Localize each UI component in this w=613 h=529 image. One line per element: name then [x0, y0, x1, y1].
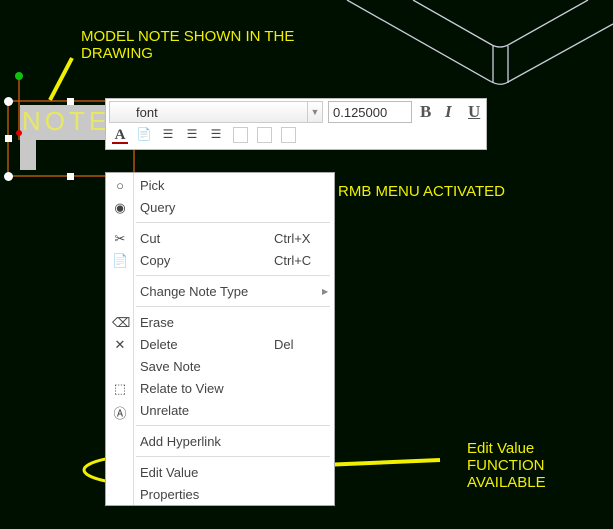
- chevron-down-icon[interactable]: ▼: [307, 102, 322, 122]
- relate-view-icon: ⬚: [113, 381, 127, 396]
- menu-item-change-note-type[interactable]: Change Note Type ▶: [106, 281, 334, 303]
- bold-button[interactable]: B: [420, 102, 431, 122]
- menu-item-shortcut: Ctrl+C: [274, 253, 312, 268]
- eraser-icon: ⌫: [112, 315, 131, 330]
- menu-item-label: Cut: [140, 231, 161, 246]
- menu-item-label: Erase: [140, 315, 174, 330]
- copy-icon: 📄: [112, 253, 129, 268]
- menu-item-query[interactable]: ◉ Query: [106, 197, 334, 219]
- menu-item-copy[interactable]: 📄 Copy Ctrl+C: [106, 250, 334, 272]
- menu-separator: [136, 456, 330, 457]
- selection-handle[interactable]: [5, 135, 12, 142]
- x-icon: ✕: [114, 337, 126, 352]
- menu-item-label: Copy: [140, 253, 171, 268]
- selection-handle[interactable]: [67, 98, 74, 105]
- context-menu: ○ Pick ◉ Query ✂ Cut Ctrl+X 📄 Copy Ctrl+C Change N…: [105, 172, 335, 506]
- menu-item-label: Properties: [140, 487, 200, 502]
- valign-top-icon[interactable]: [233, 127, 248, 143]
- menu-item-label: Pick: [140, 178, 165, 193]
- menu-item-relate-to-view[interactable]: ⬚ Relate to View: [106, 378, 334, 400]
- text-height-input[interactable]: 0.125000: [328, 101, 412, 123]
- valign-middle-icon[interactable]: [257, 127, 272, 143]
- menu-separator: [136, 275, 330, 276]
- underline-button[interactable]: U: [468, 102, 480, 122]
- annotation-edit-value: Edit Value FUNCTION AVAILABLE: [467, 440, 546, 491]
- submenu-arrow-icon: ▶: [322, 287, 329, 296]
- menu-item-label: Change Note Type: [140, 284, 249, 299]
- scissors-icon: ✂: [114, 231, 126, 246]
- menu-item-shortcut: Ctrl+X: [274, 231, 311, 246]
- align-center-icon[interactable]: ☰: [184, 127, 200, 145]
- align-right-icon[interactable]: ☰: [208, 127, 224, 145]
- radio-checked-icon: ◉: [114, 200, 126, 215]
- annotation-model-note: MODEL NOTE SHOWN IN THE DRAWING: [81, 28, 295, 62]
- menu-item-label: Query: [140, 200, 176, 215]
- italic-button[interactable]: I: [445, 102, 452, 122]
- menu-item-shortcut: Del: [274, 337, 294, 352]
- menu-item-erase[interactable]: ⌫ Erase: [106, 312, 334, 334]
- unrelate-icon: Ⓐ: [113, 406, 127, 421]
- text-format-toolbar: font ▼ 0.125000 B I U A 📄 ☰ ☰ ☰: [105, 98, 487, 150]
- menu-item-label: Add Hyperlink: [140, 434, 221, 449]
- menu-item-add-hyperlink[interactable]: Add Hyperlink: [106, 431, 334, 453]
- font-value: font: [136, 105, 158, 120]
- annotation-rmb-menu: RMB MENU ACTIVATED: [338, 183, 505, 200]
- radio-empty-icon: ○: [116, 178, 124, 193]
- font-select[interactable]: font ▼: [109, 101, 323, 123]
- selection-handle[interactable]: [4, 172, 13, 181]
- align-left-icon[interactable]: ☰: [160, 127, 176, 145]
- menu-item-edit-value[interactable]: Edit Value: [106, 462, 334, 484]
- menu-item-label: Edit Value: [140, 465, 199, 480]
- selection-handle[interactable]: [67, 173, 74, 180]
- menu-item-label: Relate to View: [140, 381, 224, 396]
- menu-item-pick[interactable]: ○ Pick: [106, 175, 334, 197]
- menu-separator: [136, 425, 330, 426]
- menu-separator: [136, 306, 330, 307]
- menu-item-properties[interactable]: Properties: [106, 484, 334, 506]
- valign-bottom-icon[interactable]: [281, 127, 296, 143]
- menu-item-unrelate[interactable]: Ⓐ Unrelate: [106, 400, 334, 422]
- text-color-icon[interactable]: A: [112, 127, 128, 144]
- menu-item-save-note[interactable]: Save Note: [106, 356, 334, 378]
- selection-handle[interactable]: [4, 97, 13, 106]
- menu-item-cut[interactable]: ✂ Cut Ctrl+X: [106, 228, 334, 250]
- menu-item-label: Delete: [140, 337, 178, 352]
- menu-item-delete[interactable]: ✕ Delete Del: [106, 334, 334, 356]
- menu-item-label: Save Note: [140, 359, 201, 374]
- paste-format-icon[interactable]: 📄: [136, 127, 152, 145]
- menu-item-label: Unrelate: [140, 403, 190, 418]
- menu-separator: [136, 222, 330, 223]
